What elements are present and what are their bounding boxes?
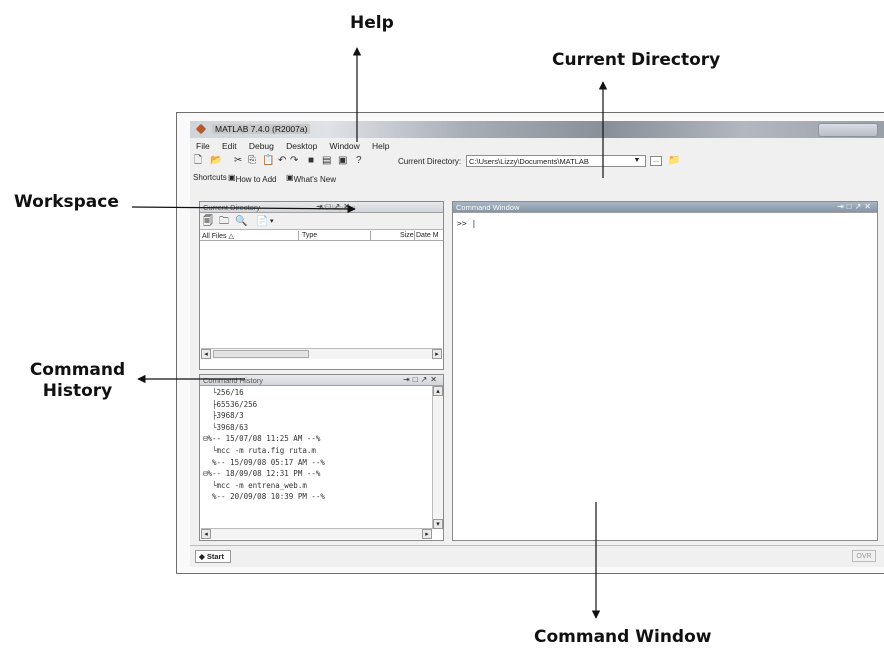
reports-icon[interactable]: 📄: [256, 216, 268, 227]
menu-file[interactable]: File: [190, 139, 214, 151]
workspace-callout: Workspace: [14, 192, 119, 212]
menu-desktop[interactable]: Desktop: [280, 139, 321, 151]
title-bar[interactable]: MATLAB 7.4.0 (R2007a): [190, 121, 884, 138]
whats-new-link[interactable]: ▣ What's New: [286, 173, 336, 184]
command-window-callout: Command Window: [534, 627, 712, 647]
menu-edit[interactable]: Edit: [216, 139, 241, 151]
current-directory-panel: Current Directory Workspace ⇥□↗✕ 🗐 🗀 🔍 📄…: [199, 201, 444, 370]
cut-icon[interactable]: ✂: [234, 155, 242, 166]
scroll-left-icon[interactable]: ◂: [201, 529, 211, 539]
command-window-title-bar[interactable]: Command Window ⇥□↗✕: [453, 202, 877, 213]
matlab-logo-icon: [195, 123, 207, 135]
history-entry[interactable]: ├3968/3: [203, 410, 431, 422]
copy-icon[interactable]: ⎘: [248, 155, 256, 166]
scroll-up-icon[interactable]: ▴: [433, 386, 443, 396]
shortcuts-bar: Shortcuts ▣ How to Add ▣ What's New: [190, 171, 884, 184]
whats-new-text: What's New: [293, 175, 336, 184]
history-entry[interactable]: %-- 20/09/08 10:39 PM --%: [203, 491, 431, 503]
history-entry[interactable]: %-- 15/09/08 05:17 AM --%: [203, 457, 431, 469]
window-controls[interactable]: [818, 123, 878, 137]
history-entry[interactable]: ├65536/256: [203, 399, 431, 411]
shortcuts-label: Shortcuts: [193, 173, 227, 182]
history-list: └256/16 ├65536/256 ├3968/3 └3968/63 ⊟%--…: [203, 387, 431, 503]
scroll-right-icon[interactable]: ▸: [422, 529, 432, 539]
history-entry[interactable]: ⊟%-- 15/07/08 11:25 AM --%: [203, 433, 431, 445]
menu-debug[interactable]: Debug: [243, 139, 278, 151]
current-directory-label: Current Directory:: [398, 157, 462, 166]
horizontal-scrollbar[interactable]: ◂ ▸: [201, 348, 442, 359]
column-all-files[interactable]: All Files △: [202, 232, 234, 240]
command-history-panel: Command History ⇥□↗✕ └256/16 ├65536/256 …: [199, 374, 444, 541]
profiler-icon[interactable]: ▣: [338, 155, 347, 166]
history-entry[interactable]: └3968/63: [203, 422, 431, 434]
window-title: MATLAB 7.4.0 (R2007a): [212, 124, 311, 134]
command-window-panel-title: Command Window: [456, 203, 520, 212]
how-to-add-text: How to Add: [235, 175, 277, 184]
browse-button[interactable]: ...: [650, 156, 662, 166]
scrollbar-thumb[interactable]: [213, 350, 309, 358]
current-directory-panel-title: Current Directory: [203, 203, 261, 212]
menu-bar: File Edit Debug Desktop Window Help: [190, 139, 884, 152]
history-entry[interactable]: ⊟%-- 18/09/08 12:31 PM --%: [203, 468, 431, 480]
current-directory-input[interactable]: C:\Users\Lizzy\Documents\MATLAB: [466, 155, 646, 167]
prompt-symbol: >>: [457, 219, 467, 228]
current-directory-callout: Current Directory: [552, 50, 721, 70]
start-label: Start: [206, 552, 224, 561]
scroll-down-icon[interactable]: ▾: [433, 519, 443, 529]
column-date-modified[interactable]: Date M: [416, 232, 439, 239]
undo-icon[interactable]: ↶: [278, 155, 286, 166]
chevron-down-icon[interactable]: ▼: [630, 156, 644, 166]
scroll-right-icon[interactable]: ▸: [432, 349, 442, 359]
matlab-window: MATLAB 7.4.0 (R2007a) File Edit Debug De…: [190, 121, 884, 567]
help-icon[interactable]: ?: [356, 155, 362, 166]
history-entry[interactable]: └256/16: [203, 387, 431, 399]
paste-icon[interactable]: 📋: [262, 155, 274, 166]
command-history-callout-line2: History: [42, 381, 113, 401]
command-prompt[interactable]: >> |: [457, 219, 476, 228]
panel-controls[interactable]: ⇥□↗✕: [316, 202, 353, 211]
toolbar: 🗋 📂 ✂ ⎘ 📋 ↶ ↷ ■ ▤ ▣ ? Current Directory:…: [190, 152, 884, 170]
help-callout: Help: [350, 13, 394, 33]
vertical-scrollbar[interactable]: ▴ ▾: [432, 386, 443, 529]
status-bar: ◆ Start OVR: [190, 545, 884, 567]
column-size[interactable]: Size: [400, 232, 414, 239]
command-history-callout: Command History: [20, 360, 135, 402]
menu-help[interactable]: Help: [366, 139, 393, 151]
new-folder-icon[interactable]: 🗀: [219, 216, 229, 227]
how-to-add-link[interactable]: ▣ How to Add: [228, 173, 276, 184]
file-list-header: All Files △ Type Size Date M: [200, 231, 443, 241]
command-history-title-bar[interactable]: Command History ⇥□↗✕: [200, 375, 443, 386]
start-button[interactable]: ◆ Start: [195, 550, 231, 563]
menu-window[interactable]: Window: [324, 139, 364, 151]
up-folder-icon[interactable]: 🗐: [203, 216, 213, 227]
new-file-icon[interactable]: 🗋: [194, 155, 202, 166]
scroll-left-icon[interactable]: ◂: [201, 349, 211, 359]
command-history-panel-title: Command History: [203, 376, 264, 385]
reports-dropdown-icon[interactable]: ▾: [270, 216, 274, 227]
panel-controls[interactable]: ⇥□↗✕: [403, 375, 440, 384]
panel-controls[interactable]: ⇥□↗✕: [837, 202, 874, 211]
guide-icon[interactable]: ▤: [322, 155, 331, 166]
find-files-icon[interactable]: 🔍: [235, 216, 247, 227]
open-folder-icon[interactable]: 📂: [210, 155, 222, 166]
folder-up-icon[interactable]: 📁: [668, 155, 680, 166]
current-directory-toolbar: 🗐 🗀 🔍 📄 ▾: [200, 213, 443, 230]
redo-icon[interactable]: ↷: [290, 155, 298, 166]
command-window-panel[interactable]: Command Window ⇥□↗✕ >> |: [452, 201, 878, 541]
history-entry[interactable]: └mcc -m ruta.fig ruta.m: [203, 445, 431, 457]
ovr-indicator: OVR: [852, 550, 876, 562]
horizontal-scrollbar[interactable]: ◂ ▸: [201, 528, 432, 539]
command-history-callout-line1: Command: [29, 360, 126, 380]
column-type[interactable]: Type: [302, 232, 317, 239]
history-entry[interactable]: └mcc -m entrena_web.m: [203, 480, 431, 492]
simulink-icon[interactable]: ■: [308, 155, 314, 166]
current-directory-title-bar[interactable]: Current Directory Workspace ⇥□↗✕: [200, 202, 443, 213]
